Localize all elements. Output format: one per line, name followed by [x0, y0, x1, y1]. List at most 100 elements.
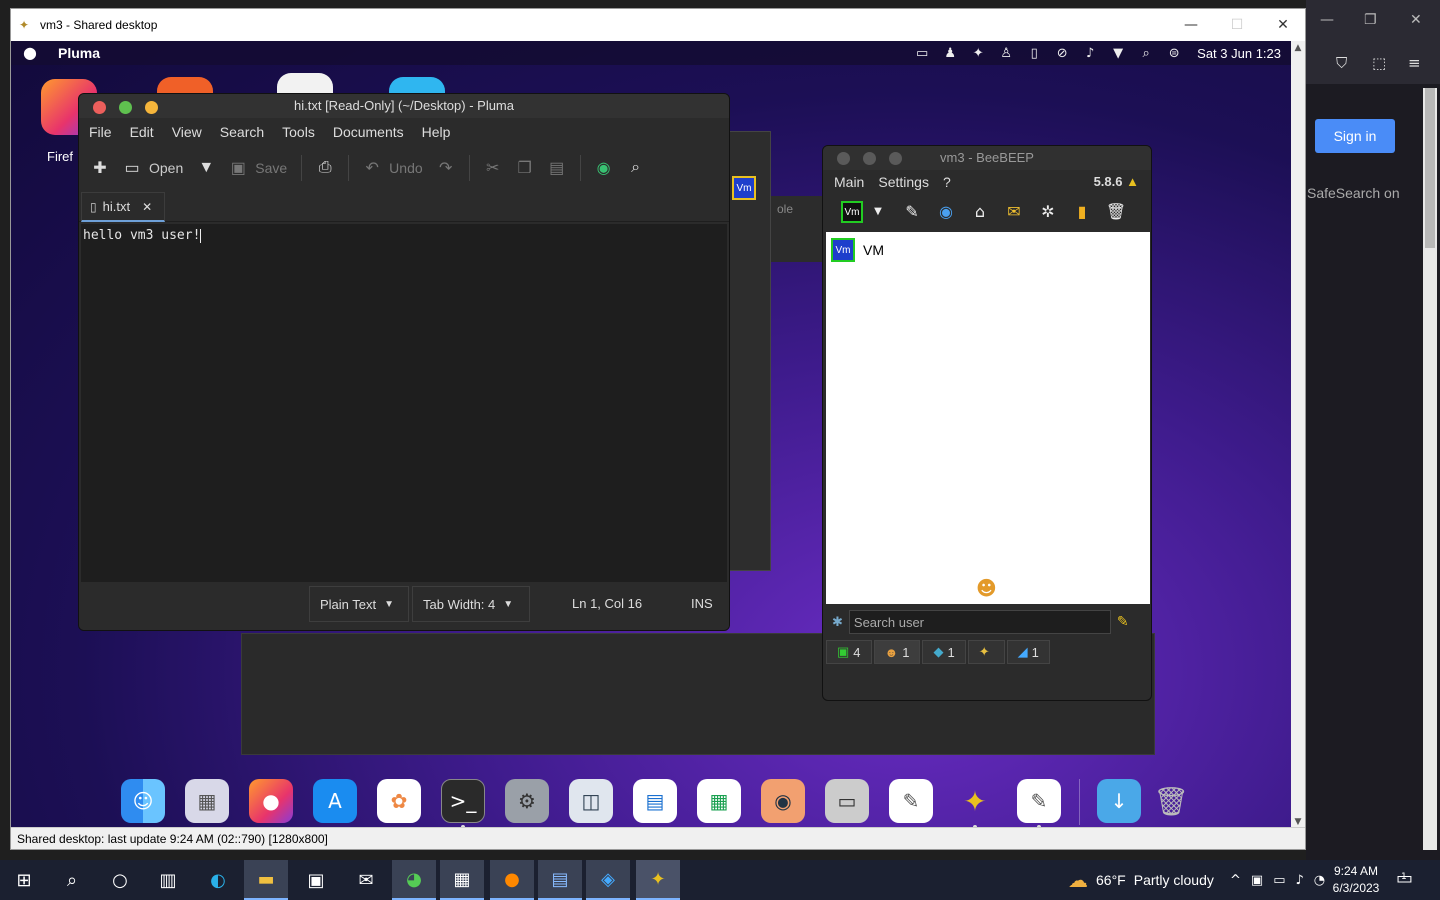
minimize-icon[interactable]: — — [1320, 12, 1334, 28]
photos-icon[interactable]: ✿ — [377, 779, 421, 823]
apple-icon[interactable]: ● — [23, 43, 37, 62]
close-tab-icon[interactable]: ✕ — [142, 200, 152, 214]
trash-icon[interactable]: 🗑 — [1105, 201, 1127, 223]
search-options-icon[interactable]: ✱ — [832, 615, 843, 630]
finder-icon[interactable]: ☺ — [121, 779, 165, 823]
user-list[interactable]: Vm VM ☻ — [826, 232, 1150, 604]
system-settings-icon[interactable]: ⚙ — [505, 779, 549, 823]
pocket-icon[interactable]: ⛉ — [1336, 54, 1347, 72]
screenshot-icon[interactable]: ◫ — [569, 779, 613, 823]
downloads-folder-icon[interactable]: ↓ — [1097, 779, 1141, 823]
extensions-icon[interactable]: ⬚ — [1372, 54, 1386, 72]
terminal-icon[interactable]: >_ — [441, 779, 485, 823]
scrollbar-thumb[interactable] — [1425, 88, 1435, 248]
menu-help[interactable]: ? — [943, 174, 951, 190]
firefox-icon[interactable]: ● — [490, 860, 534, 900]
task-view-icon[interactable]: ▥ — [146, 860, 190, 900]
text-editor[interactable]: hello vm3 user! — [81, 224, 727, 582]
maximize-icon[interactable]: ☐ — [1227, 15, 1247, 35]
paste-button[interactable]: ▤ — [548, 158, 566, 178]
browser-scrollbar[interactable] — [1423, 88, 1437, 850]
new-document-button[interactable]: ✚ — [91, 158, 109, 178]
search-icon[interactable]: ⌕ — [1137, 46, 1155, 61]
app-store-icon[interactable]: A — [313, 779, 357, 823]
network-app-icon[interactable]: ◕ — [392, 860, 436, 900]
network-icon[interactable]: ◔ — [1314, 873, 1325, 888]
beebeep-taskbar-icon[interactable]: ✦ — [636, 860, 680, 900]
pluma-titlebar[interactable]: hi.txt [Read-Only] (~/Desktop) - Pluma — [79, 94, 729, 118]
vm-badge[interactable]: Vm — [732, 176, 756, 200]
remote-desktop-icon[interactable]: ▤ — [538, 860, 582, 900]
menu-tools[interactable]: Tools — [282, 124, 315, 140]
home-icon[interactable]: ⌂ — [969, 201, 991, 223]
tab-hi-txt[interactable]: ▯ hi.txt ✕ — [81, 192, 165, 222]
file-explorer-icon[interactable]: ▬ — [244, 860, 288, 900]
writer-icon[interactable]: ▤ — [633, 779, 677, 823]
print-button[interactable]: ⎙ — [316, 159, 334, 177]
menu-search[interactable]: Search — [220, 124, 264, 140]
menu-file[interactable]: File — [89, 124, 112, 140]
open-button[interactable]: ▭ Open — [123, 158, 183, 178]
copy-button[interactable]: ❐ — [516, 158, 534, 178]
tab-width-selector[interactable]: Tab Width: 4 ▼ — [412, 586, 530, 622]
scroll-up-icon[interactable]: ▲ — [1291, 43, 1305, 53]
clear-search-icon[interactable]: ✎ — [1117, 614, 1129, 630]
battery-icon[interactable]: ▭ — [913, 46, 931, 61]
volume-icon[interactable]: ♪ — [1296, 873, 1304, 888]
pluma-icon[interactable]: ✎ — [1017, 779, 1061, 823]
notification-icon[interactable]: ▭ 1 — [1396, 868, 1413, 889]
edge-icon[interactable]: ◐ — [196, 860, 240, 900]
network-icon[interactable]: ✲ — [1037, 201, 1059, 223]
open-recent-dropdown[interactable]: ▼ — [197, 159, 215, 177]
store-icon[interactable]: ▣ — [294, 860, 338, 900]
firefox-icon[interactable]: ● — [249, 779, 293, 823]
language-selector[interactable]: Plain Text ▼ — [309, 586, 409, 622]
cut-button[interactable]: ✂ — [484, 158, 502, 178]
edit-profile-icon[interactable]: ✎ — [901, 201, 923, 223]
status-vm-badge[interactable]: Vm — [841, 201, 863, 223]
menu-view[interactable]: View — [172, 124, 202, 140]
search-icon[interactable]: ⌕ — [50, 860, 94, 900]
search-button[interactable]: ⌕ — [627, 159, 645, 177]
windows-start-icon[interactable]: ⊞ — [2, 860, 46, 900]
restore-icon[interactable]: ❐ — [1364, 12, 1377, 28]
chevron-down-icon[interactable]: ▼ — [867, 201, 889, 223]
file-share-icon[interactable]: ▮ — [1071, 201, 1093, 223]
virtualbox-icon[interactable]: ◈ — [586, 860, 630, 900]
remote-desktop[interactable]: ● Pluma ▭ ♟ ✦ ♙ ▯ ⊘ ♪ ▼ ⌕ ⊜ Sat 3 Jun 1:… — [11, 41, 1291, 829]
user-list-item[interactable]: Vm VM — [831, 238, 884, 262]
clipboard-icon[interactable]: ▯ — [1025, 46, 1043, 61]
broadcast-icon[interactable]: ◉ — [935, 201, 957, 223]
tray-app-icon[interactable]: ▣ — [1251, 873, 1263, 888]
menu-edit[interactable]: Edit — [130, 124, 154, 140]
mail-icon[interactable]: ✉ — [344, 860, 388, 900]
remote-app-icon[interactable]: ▦ — [440, 860, 484, 900]
redo-button[interactable]: ↷ — [437, 158, 455, 178]
beebeep-icon[interactable]: ✦ — [953, 779, 997, 823]
menubar-clock[interactable]: Sat 3 Jun 1:23 — [1197, 46, 1281, 61]
minimize-icon[interactable]: — — [1181, 15, 1201, 35]
calc-icon[interactable]: ▦ — [697, 779, 741, 823]
tab-groups[interactable]: ☻ 1 — [873, 640, 921, 664]
compose-icon[interactable]: ✉ — [1003, 201, 1025, 223]
beebeep-tray-icon[interactable]: ✦ — [969, 46, 987, 61]
image-viewer-icon[interactable]: ◉ — [761, 779, 805, 823]
menu-icon[interactable]: ≡ — [1408, 54, 1421, 72]
tab-contacts[interactable]: ✦ — [967, 640, 1005, 664]
accessibility-icon[interactable]: ♙ — [997, 46, 1015, 61]
tape-icon[interactable]: ▭ — [825, 779, 869, 823]
chevron-down-icon[interactable]: ▼ — [1109, 46, 1127, 61]
close-icon[interactable]: ✕ — [1410, 12, 1422, 28]
beebeep-titlebar[interactable]: vm3 - BeeBEEP — [823, 146, 1151, 170]
sign-in-button[interactable]: Sign in — [1315, 119, 1395, 153]
volume-icon[interactable]: ♪ — [1081, 46, 1099, 61]
menu-main[interactable]: Main — [834, 174, 864, 190]
remote-vertical-scrollbar[interactable]: ▲ ▼ — [1291, 41, 1305, 829]
menu-settings[interactable]: Settings — [878, 174, 929, 190]
text-editor-icon[interactable]: ✎ — [889, 779, 933, 823]
background-window[interactable]: Vm — [729, 131, 771, 571]
find-replace-button[interactable]: ◉ — [595, 158, 613, 178]
active-app-name[interactable]: Pluma — [58, 45, 100, 61]
tab-chats[interactable]: ◆ 1 — [922, 640, 966, 664]
taskbar-clock[interactable]: 9:24 AM 6/3/2023 — [1326, 863, 1386, 897]
